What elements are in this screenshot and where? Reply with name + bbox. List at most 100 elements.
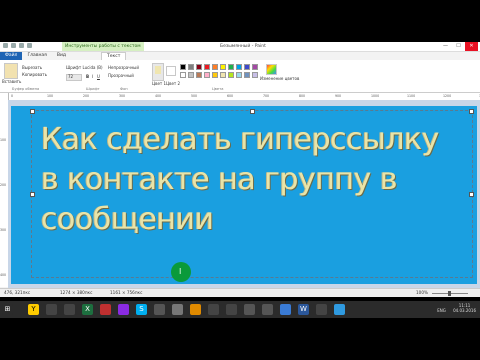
app-icon-15[interactable] <box>280 304 291 315</box>
text-cursor-icon: I <box>179 267 182 276</box>
colors-group-label: Цвета <box>212 87 224 91</box>
app-icon-12[interactable] <box>226 304 237 315</box>
italic-button[interactable]: I <box>92 74 93 79</box>
clock[interactable]: 11:11 04.03.2016 <box>453 303 476 313</box>
color1-selector[interactable] <box>152 63 164 81</box>
app-icon-14[interactable] <box>262 304 273 315</box>
opaque-option[interactable]: Непрозрачный <box>108 65 139 70</box>
app-icon-13[interactable] <box>244 304 255 315</box>
palette-color-swatch[interactable] <box>252 64 258 70</box>
app-icon-10[interactable] <box>190 304 201 315</box>
palette-color-swatch[interactable] <box>220 64 226 70</box>
ribbon-tabs: Файл Главная Вид Текст <box>0 52 480 60</box>
app-icon-2[interactable] <box>46 304 57 315</box>
taskbar: ⊞ Y X S W ENG 11:11 04.03.2016 <box>0 301 480 318</box>
palette-color-swatch[interactable] <box>204 72 210 78</box>
letterbox-bottom <box>0 318 480 360</box>
palette-color-swatch[interactable] <box>204 64 210 70</box>
paste-button[interactable]: Вставить <box>2 79 21 84</box>
undo-icon[interactable] <box>19 43 24 48</box>
palette-color-swatch[interactable] <box>244 64 250 70</box>
clock-date: 04.03.2016 <box>453 308 476 313</box>
paint-app-icon <box>3 43 8 48</box>
word-icon[interactable]: W <box>298 304 309 315</box>
system-tray: ENG 11:11 04.03.2016 <box>437 303 476 313</box>
ruler-tick-label: 400 <box>155 94 162 98</box>
clipboard-group: Вставить Вырезать Копировать Буфер обмен… <box>2 62 62 91</box>
image-size: 1161 × 756пкс <box>110 290 143 295</box>
context-tab-text-tools: Инструменты работы с текстом <box>62 42 144 51</box>
app-icon-11[interactable] <box>208 304 219 315</box>
underline-button[interactable]: U <box>97 74 100 79</box>
palette-color-swatch[interactable] <box>212 64 218 70</box>
clipboard-group-label: Буфер обмена <box>12 87 40 91</box>
zoom-level: 100% <box>416 290 428 295</box>
resize-handle-n[interactable] <box>250 109 255 114</box>
ruler-tick-label: 200 <box>83 94 90 98</box>
font-name-select[interactable]: Шрифт Lucida (B) <box>66 65 103 70</box>
app-icon-6[interactable] <box>118 304 129 315</box>
ruler-tick-label: 500 <box>191 94 198 98</box>
palette-color-swatch[interactable] <box>220 72 226 78</box>
palette-color-swatch[interactable] <box>196 72 202 78</box>
app-icon-3[interactable] <box>64 304 75 315</box>
app-icon-8[interactable] <box>154 304 165 315</box>
cut-button[interactable]: Вырезать <box>22 65 42 70</box>
tab-text[interactable]: Текст <box>101 52 127 60</box>
canvas-text-line-1: Как сделать гиперссылку <box>41 122 439 157</box>
ruler-tick-label: 600 <box>227 94 234 98</box>
ruler-tick-label: 1100 <box>407 94 416 98</box>
paste-icon[interactable] <box>4 63 18 79</box>
resize-handle-w[interactable] <box>30 192 35 197</box>
close-button[interactable]: ✕ <box>465 42 478 51</box>
resize-handle-nw[interactable] <box>30 109 35 114</box>
tab-home[interactable]: Главная <box>22 52 51 60</box>
edit-colors-icon[interactable] <box>266 64 277 75</box>
language-indicator[interactable]: ENG <box>437 308 446 313</box>
window-title: Безымянный - Paint <box>220 44 266 49</box>
transparent-option[interactable]: Прозрачный <box>108 73 134 78</box>
yandex-browser-icon[interactable]: Y <box>28 304 39 315</box>
ruler-tick-label: 100 <box>0 138 7 142</box>
palette-color-swatch[interactable] <box>180 72 186 78</box>
palette-color-swatch[interactable] <box>188 64 194 70</box>
palette-color-swatch[interactable] <box>244 72 250 78</box>
app-icon-9[interactable] <box>172 304 183 315</box>
excel-icon[interactable]: X <box>82 304 93 315</box>
maximize-button[interactable]: ☐ <box>452 42 465 51</box>
palette-color-swatch[interactable] <box>180 64 186 70</box>
palette-color-swatch[interactable] <box>252 72 258 78</box>
ruler-tick-label: 300 <box>119 94 126 98</box>
palette-color-swatch[interactable] <box>212 72 218 78</box>
app-icon-5[interactable] <box>100 304 111 315</box>
redo-icon[interactable] <box>27 43 32 48</box>
tab-file[interactable]: Файл <box>0 52 23 60</box>
title-bar: Инструменты работы с текстом Безымянный … <box>0 42 480 52</box>
resize-handle-e[interactable] <box>469 192 474 197</box>
copy-button[interactable]: Копировать <box>22 72 47 77</box>
palette-color-swatch[interactable] <box>228 64 234 70</box>
resize-handle-ne[interactable] <box>469 109 474 114</box>
color2-selector[interactable] <box>166 66 176 76</box>
app-icon-17[interactable] <box>316 304 327 315</box>
drawing-canvas[interactable]: Как сделать гиперссылку в контакте на гр… <box>11 106 477 284</box>
minimize-button[interactable]: — <box>439 42 452 51</box>
palette-color-swatch[interactable] <box>236 64 242 70</box>
ruler-tick-label: 1000 <box>371 94 380 98</box>
paint-taskbar-icon[interactable] <box>334 304 345 315</box>
zoom-slider-thumb[interactable] <box>448 291 451 296</box>
window-controls: — ☐ ✕ <box>439 42 478 51</box>
ruler-tick-label: 200 <box>0 183 7 187</box>
tab-view[interactable]: Вид <box>52 52 71 60</box>
palette-color-swatch[interactable] <box>196 64 202 70</box>
palette-color-swatch[interactable] <box>236 72 242 78</box>
palette-color-swatch[interactable] <box>188 72 194 78</box>
bold-button[interactable]: B <box>86 74 89 79</box>
ruler-tick-label: 400 <box>0 273 7 277</box>
save-icon[interactable] <box>11 43 16 48</box>
quick-access-toolbar <box>3 43 32 48</box>
skype-icon[interactable]: S <box>136 304 147 315</box>
palette-color-swatch[interactable] <box>228 72 234 78</box>
windows-start-icon[interactable]: ⊞ <box>2 304 13 315</box>
edit-colors-button[interactable]: Изменение цветов <box>260 76 299 81</box>
